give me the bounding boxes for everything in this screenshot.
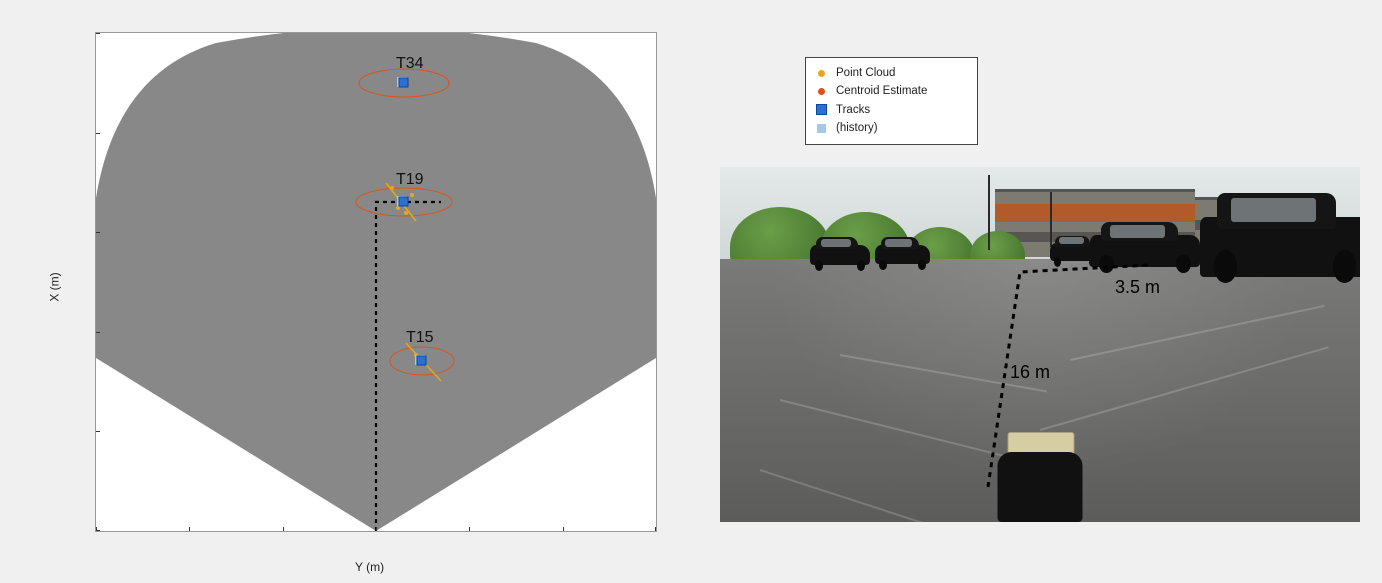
legend-tracks: Tracks (814, 101, 969, 119)
t19-track (399, 197, 408, 206)
page-root: X (m) (0, 0, 1382, 583)
legend-pointcloud: Point Cloud (814, 64, 969, 82)
legend-history-label: (history) (836, 119, 878, 137)
history-swatch-icon (814, 121, 828, 135)
legend-tracks-label: Tracks (836, 101, 870, 119)
tracking-plot-panel: X (m) (40, 22, 680, 562)
label-dist-across: 3.5 m (1115, 277, 1160, 298)
t34-track (399, 78, 408, 87)
legend-centroid-label: Centroid Estimate (836, 82, 927, 100)
t19-pc (396, 206, 400, 210)
centroid-swatch-icon (814, 85, 828, 99)
label-dist-along: 16 m (1010, 362, 1050, 383)
camera-panel: Point Cloud Centroid Estimate Tracks (hi… (720, 22, 1360, 562)
t19-pc (404, 211, 408, 215)
label-t34: T34 (396, 55, 424, 73)
label-t19: T19 (396, 171, 424, 189)
tracks-swatch-icon (814, 103, 828, 117)
label-t15: T15 (406, 329, 434, 347)
camera-photo: 16 m 3.5 m (720, 167, 1360, 522)
pointcloud-swatch-icon (814, 66, 828, 80)
t15-track (417, 356, 426, 365)
t19-pc (410, 193, 414, 197)
sensor-mount (993, 432, 1088, 522)
x-axis-label-vertical: X (m) (48, 272, 62, 301)
sensor-body-icon (998, 452, 1083, 522)
legend-pointcloud-label: Point Cloud (836, 64, 895, 82)
legend-centroid: Centroid Estimate (814, 82, 969, 100)
plot-area: T34 T19 T15 0 5 10 15 20 25 15 10 5 0 -5… (95, 32, 657, 532)
plot-svg (96, 33, 656, 531)
legend: Point Cloud Centroid Estimate Tracks (hi… (805, 57, 978, 145)
fov-sector-top (96, 33, 656, 358)
y-axis-label-horizontal: Y (m) (355, 560, 384, 580)
legend-history: (history) (814, 119, 969, 137)
